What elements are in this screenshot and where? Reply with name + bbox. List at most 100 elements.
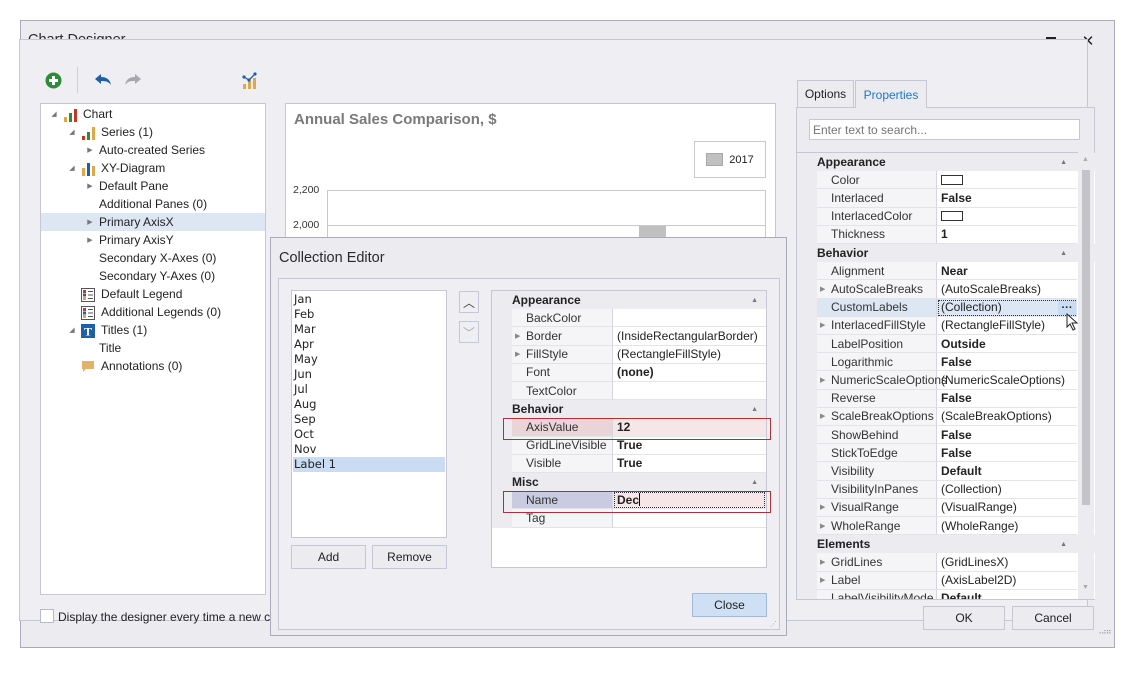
property-row[interactable]: ▶ InterlacedFillStyle (RectangleFillStyle) <box>797 316 1077 335</box>
property-category[interactable]: Misc ▲ <box>492 473 766 491</box>
property-row[interactable]: CustomLabels (Collection) ··· <box>797 298 1077 317</box>
chart-type-button[interactable] <box>238 69 262 93</box>
expand-arrow-icon[interactable]: ▶ <box>820 285 825 293</box>
ok-button[interactable]: OK <box>923 606 1005 630</box>
expanded-arrow-icon[interactable]: ◢ <box>67 128 77 136</box>
tree-item[interactable]: ◢ Series (1) <box>41 123 265 141</box>
collapsed-arrow-icon[interactable]: ▶ <box>85 236 95 244</box>
property-row[interactable]: LabelVisibilityMode Default <box>797 589 1077 599</box>
property-value[interactable]: (AxisLabel2D) <box>937 571 1077 590</box>
property-value[interactable]: 12 <box>613 418 766 437</box>
expanded-arrow-icon[interactable]: ◢ <box>67 164 77 172</box>
property-value[interactable]: Default <box>937 462 1077 481</box>
property-row[interactable]: VisibilityInPanes (Collection) <box>797 480 1077 499</box>
property-row[interactable]: BackColor <box>492 309 766 328</box>
expand-arrow-icon[interactable]: ▶ <box>820 503 825 511</box>
chart-title[interactable]: Annual Sales Comparison, $ <box>294 111 497 128</box>
property-row[interactable]: Reverse False <box>797 389 1077 408</box>
property-value[interactable]: False <box>937 444 1077 463</box>
tree-item[interactable]: Secondary Y-Axes (0) <box>41 267 265 285</box>
property-row[interactable]: Visible True <box>492 454 766 473</box>
tree-item[interactable]: ◢ XY-Diagram <box>41 159 265 177</box>
property-row[interactable]: Name Dec <box>492 491 766 510</box>
expand-arrow-icon[interactable]: ▶ <box>820 576 825 584</box>
property-row[interactable]: ▶ Label (AxisLabel2D) <box>797 571 1077 590</box>
collection-list-item[interactable]: Apr <box>293 337 445 352</box>
tree-item[interactable]: Additional Legends (0) <box>41 303 265 321</box>
property-row[interactable]: ▶ AutoScaleBreaks (AutoScaleBreaks) <box>797 280 1077 299</box>
property-value[interactable]: Default <box>937 589 1077 599</box>
property-value[interactable]: Outside <box>937 335 1077 354</box>
property-row[interactable]: Interlaced False <box>797 189 1077 208</box>
property-value[interactable]: 1 <box>937 225 1077 244</box>
expand-arrow-icon[interactable]: ▶ <box>820 321 825 329</box>
property-row[interactable]: Thickness 1 <box>797 225 1077 244</box>
property-value[interactable] <box>613 382 766 401</box>
property-category[interactable]: Behavior ▲ <box>492 400 766 419</box>
collapse-icon[interactable]: ▲ <box>751 406 758 413</box>
remove-button[interactable]: Remove <box>372 545 447 569</box>
property-value[interactable] <box>613 309 766 328</box>
property-value[interactable]: (InsideRectangularBorder) <box>613 327 766 346</box>
property-row[interactable]: ▶ NumericScaleOptions (NumericScaleOptions… <box>797 371 1077 390</box>
property-value[interactable]: (RectangleFillStyle) <box>613 345 766 364</box>
collection-list-item[interactable]: Label 1 <box>293 457 445 472</box>
collapse-icon[interactable]: ▲ <box>1060 250 1067 257</box>
collapse-icon[interactable]: ▲ <box>1060 159 1067 166</box>
property-row[interactable]: ▶ VisualRange (VisualRange) <box>797 498 1077 517</box>
property-row[interactable]: Color <box>797 171 1077 190</box>
property-row[interactable]: ▶ GridLines (GridLinesX) <box>797 553 1077 572</box>
expanded-arrow-icon[interactable]: ◢ <box>67 326 77 334</box>
add-element-button[interactable] <box>41 68 65 92</box>
property-value[interactable]: False <box>937 353 1077 372</box>
undo-button[interactable] <box>91 68 115 92</box>
property-category[interactable]: Appearance ▲ <box>797 153 1095 171</box>
tree-item[interactable]: ▶ Auto-created Series <box>41 141 265 159</box>
expand-arrow-icon[interactable]: ▶ <box>515 332 520 340</box>
property-row[interactable]: ▶ FillStyle (RectangleFillStyle) <box>492 345 766 364</box>
property-value[interactable]: (VisualRange) <box>937 498 1077 517</box>
resize-grip[interactable]: ⠠⠴⠶ <box>1096 628 1112 640</box>
property-value[interactable]: (none) <box>613 363 766 382</box>
color-swatch[interactable] <box>941 174 963 185</box>
collapsed-arrow-icon[interactable]: ▶ <box>85 218 95 226</box>
property-value[interactable]: (WholeRange) <box>937 517 1077 536</box>
close-editor-button[interactable]: Close <box>692 593 767 617</box>
property-row[interactable]: Visibility Default <box>797 462 1077 481</box>
collapsed-arrow-icon[interactable]: ▶ <box>85 182 95 190</box>
redo-button[interactable] <box>121 68 145 92</box>
collapse-icon[interactable]: ▲ <box>751 297 758 304</box>
tree-item[interactable]: ◢ T Titles (1) <box>41 321 265 339</box>
collection-list-item[interactable]: Feb <box>293 307 445 322</box>
property-row[interactable]: Logarithmic False <box>797 353 1077 372</box>
tree-item[interactable]: ▶ Default Pane <box>41 177 265 195</box>
collection-list-item[interactable]: Mar <box>293 322 445 337</box>
property-row[interactable]: LabelPosition Outside <box>797 335 1077 354</box>
property-value[interactable]: False <box>937 389 1077 408</box>
move-up-button[interactable]: ︿ <box>459 291 479 313</box>
property-row[interactable]: TextColor <box>492 382 766 401</box>
property-row[interactable]: Tag <box>492 509 766 528</box>
property-value[interactable]: (ScaleBreakOptions) <box>937 407 1077 426</box>
scroll-down-icon[interactable]: ▼ <box>1082 584 1089 591</box>
collection-list-item[interactable]: Oct <box>293 427 445 442</box>
chart-legend[interactable]: 2017 <box>694 141 766 178</box>
property-value[interactable]: (Collection) ··· <box>937 298 1077 317</box>
collection-list-item[interactable]: Jul <box>293 382 445 397</box>
expand-arrow-icon[interactable]: ▶ <box>820 412 825 420</box>
add-button[interactable]: Add <box>291 545 366 569</box>
collection-list-item[interactable]: Sep <box>293 412 445 427</box>
property-row[interactable]: AxisValue 12 <box>492 418 766 437</box>
property-value[interactable]: Dec <box>613 491 766 510</box>
tree-item[interactable]: ▶ Primary AxisX <box>41 213 265 231</box>
collection-list-item[interactable]: Aug <box>293 397 445 412</box>
tree-item[interactable]: Default Legend <box>41 285 265 303</box>
property-value[interactable]: (Collection) <box>937 480 1077 499</box>
collection-list-item[interactable]: Jun <box>293 367 445 382</box>
property-value[interactable]: False <box>937 189 1077 208</box>
collapse-icon[interactable]: ▲ <box>1060 541 1067 548</box>
tree-item[interactable]: Additional Panes (0) <box>41 195 265 213</box>
collapsed-arrow-icon[interactable]: ▶ <box>85 146 95 154</box>
tree-item[interactable]: Secondary X-Axes (0) <box>41 249 265 267</box>
property-row[interactable]: Alignment Near <box>797 262 1077 281</box>
